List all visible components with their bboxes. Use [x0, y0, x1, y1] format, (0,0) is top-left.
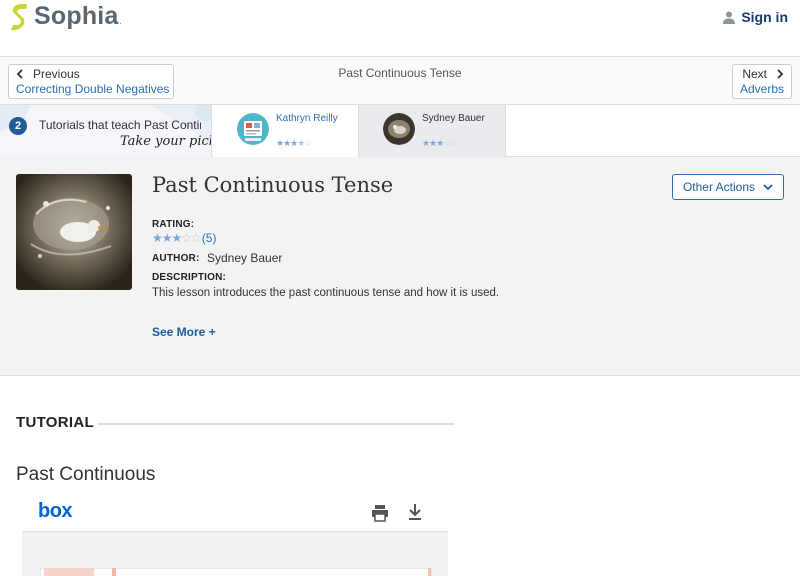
- download-icon[interactable]: [407, 503, 423, 521]
- previous-lesson-title: Correcting Double Negatives: [16, 82, 170, 96]
- avatar: [237, 113, 269, 145]
- lesson-navigation: Previous Correcting Double Negatives Pas…: [0, 58, 800, 105]
- user-icon: [723, 11, 736, 24]
- document-page-decoration: [112, 568, 116, 576]
- sophia-logo[interactable]: Sophia .: [10, 2, 122, 31]
- next-lesson-title: Adverbs: [740, 82, 785, 96]
- take-your-pick-label: Take your pick:: [120, 134, 212, 149]
- lesson-description: This lesson introduces the past continuo…: [152, 287, 500, 299]
- chevron-right-icon: [777, 69, 784, 79]
- sophia-logo-icon: [11, 3, 27, 30]
- rating-stars: ★★★ ☆☆ (5): [152, 231, 216, 245]
- lesson-author-name: Sydney Bauer: [207, 251, 283, 265]
- author-name: Kathryn Reilly: [276, 113, 338, 124]
- site-header: Sophia . Sign in: [0, 0, 800, 57]
- see-more-link[interactable]: See More +: [152, 325, 216, 339]
- star-empty-icon: ☆☆: [181, 231, 201, 245]
- rating-count[interactable]: (5): [202, 231, 217, 245]
- viewer-toolbar: box: [22, 494, 448, 532]
- previous-lesson-button[interactable]: Previous Correcting Double Negatives: [8, 64, 174, 99]
- document-page-decoration: [428, 568, 431, 576]
- previous-label: Previous: [33, 67, 80, 81]
- other-actions-dropdown[interactable]: Other Actions: [672, 174, 784, 200]
- lesson-info-panel: Past Continuous Tense Other Actions RATI…: [0, 157, 800, 376]
- sign-in-label: Sign in: [741, 9, 788, 25]
- rating-label: RATING:: [152, 219, 195, 230]
- avatar: [383, 113, 415, 145]
- sign-in-button[interactable]: Sign in: [723, 9, 788, 25]
- tutorial-subheading: Past Continuous: [16, 464, 156, 485]
- picker-text: Tutorials that teach Past Continuous Ten…: [39, 118, 201, 132]
- tutorial-count-badge: 2: [9, 117, 27, 135]
- chevron-down-icon: [763, 183, 773, 190]
- next-lesson-button[interactable]: Next Adverbs: [732, 64, 792, 99]
- lesson-title: Past Continuous Tense: [152, 173, 394, 197]
- description-label: DESCRIPTION:: [152, 272, 227, 283]
- box-logo[interactable]: box: [38, 500, 73, 523]
- lesson-thumbnail: [16, 174, 132, 290]
- author-avatar-image: [383, 113, 415, 145]
- document-page-decoration: [44, 568, 94, 576]
- box-document-viewer: box: [22, 494, 448, 576]
- tutorial-divider: [98, 423, 454, 425]
- author-label: AUTHOR:: [152, 253, 200, 264]
- tutorial-option-sydney-bauer[interactable]: Sydney Bauer ★★★☆☆: [359, 105, 506, 157]
- next-label: Next: [742, 67, 767, 81]
- tutorial-picker: 2 Tutorials that teach Past Continuous T…: [0, 105, 800, 157]
- document-preview-area[interactable]: [22, 532, 448, 576]
- other-actions-label: Other Actions: [682, 180, 756, 194]
- print-icon[interactable]: [371, 504, 389, 522]
- author-rating-stars: ★★★★☆: [276, 138, 312, 148]
- document-page: [40, 568, 432, 576]
- chevron-left-icon: [16, 69, 23, 79]
- author-name: Sydney Bauer: [422, 113, 485, 124]
- brand-name: Sophia: [34, 2, 119, 30]
- star-filled-icon: ★★★: [152, 231, 182, 245]
- picker-intro: 2 Tutorials that teach Past Continuous T…: [0, 105, 212, 157]
- tutorial-option-kathryn-reilly[interactable]: Kathryn Reilly ★★★★☆: [213, 105, 359, 157]
- author-rating-stars: ★★★☆☆: [422, 138, 458, 148]
- brand-trademark: .: [119, 17, 122, 26]
- tutorial-heading: TUTORIAL: [16, 414, 94, 431]
- author-avatar-image: [237, 113, 269, 145]
- lesson-thumbnail-image: [16, 174, 132, 290]
